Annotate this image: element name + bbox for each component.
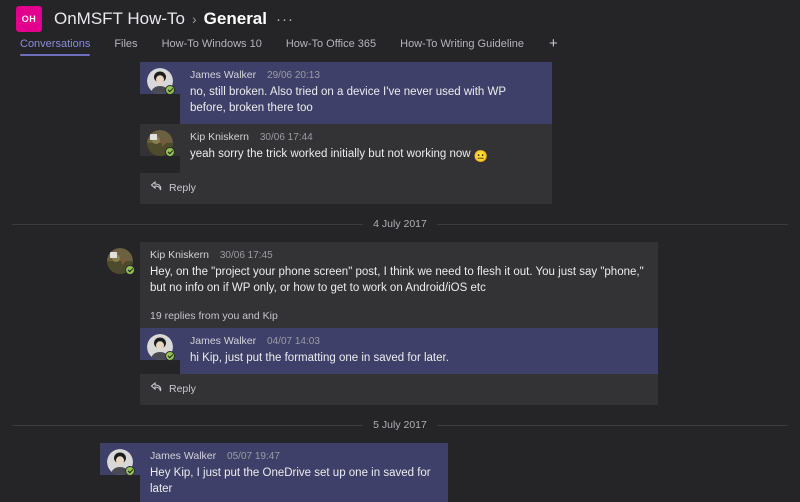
- message-meta: James Walker 05/07 19:47: [150, 450, 438, 462]
- avatar: [147, 130, 175, 157]
- more-options-icon[interactable]: ···: [276, 12, 294, 27]
- message-author[interactable]: Kip Kniskern: [150, 249, 209, 261]
- message[interactable]: Kip Kniskern 30/06 17:44 yeah sorry the …: [140, 124, 552, 173]
- message-bubble: James Walker 05/07 19:47 Hey Kip, I just…: [140, 443, 448, 502]
- reply-button[interactable]: Reply: [140, 374, 658, 405]
- message-timestamp: 30/06 17:44: [259, 132, 313, 143]
- presence-available-icon: [165, 147, 175, 157]
- date-divider-label: 4 July 2017: [373, 218, 427, 230]
- message-meta: Kip Kniskern 30/06 17:45: [150, 249, 648, 261]
- reply-button[interactable]: Reply: [140, 173, 552, 204]
- avatar: [107, 449, 135, 476]
- message-author[interactable]: Kip Kniskern: [190, 131, 249, 143]
- tab-files[interactable]: Files: [103, 38, 150, 56]
- divider-line-right: [436, 424, 788, 426]
- date-divider: 5 July 2017: [0, 419, 800, 431]
- message-meta: James Walker 29/06 20:13: [190, 69, 542, 81]
- channel-header: OH OnMSFT How-To › General ···: [0, 0, 800, 38]
- message-meta: James Walker 04/07 14:03: [190, 335, 648, 347]
- avatar: [147, 334, 175, 361]
- message-bubble: Kip Kniskern 30/06 17:44 yeah sorry the …: [180, 124, 552, 173]
- presence-available-icon: [165, 85, 175, 95]
- reply-label: Reply: [169, 182, 196, 194]
- message-author[interactable]: James Walker: [190, 335, 256, 347]
- avatar: [107, 248, 135, 275]
- tab-how-to-writing-guideline[interactable]: How-To Writing Guideline: [389, 38, 537, 56]
- breadcrumb-channel-name[interactable]: General: [204, 9, 267, 29]
- team-avatar: OH: [16, 6, 42, 32]
- divider-line-left: [12, 424, 364, 426]
- reply-arrow-icon: [150, 179, 163, 197]
- teams-app-window: OH OnMSFT How-To › General ··· Conversat…: [0, 0, 800, 502]
- message-timestamp: 05/07 19:47: [227, 451, 280, 462]
- date-divider-label: 5 July 2017: [373, 419, 427, 431]
- add-tab-icon[interactable]: +: [537, 36, 564, 56]
- message[interactable]: James Walker 04/07 14:03 hi Kip, just pu…: [140, 328, 658, 374]
- presence-available-icon: [165, 351, 175, 361]
- message-meta: Kip Kniskern 30/06 17:44: [190, 131, 542, 143]
- avatar-column: [100, 443, 140, 476]
- avatar: [147, 68, 175, 95]
- thread: James Walker 05/07 19:47 Hey Kip, I just…: [100, 443, 448, 502]
- divider-line-right: [436, 223, 788, 225]
- avatar-column: [140, 62, 180, 95]
- breadcrumb: OnMSFT How-To › General ···: [54, 9, 294, 29]
- breadcrumb-separator-icon: ›: [192, 11, 197, 27]
- breadcrumb-team-name[interactable]: OnMSFT How-To: [54, 9, 185, 29]
- thread: James Walker 29/06 20:13 no, still broke…: [140, 62, 552, 204]
- message-timestamp: 30/06 17:45: [219, 250, 273, 261]
- message-text: hi Kip, just put the formatting one in s…: [190, 352, 449, 364]
- message-timestamp: 29/06 20:13: [267, 70, 320, 81]
- message-bubble: Kip Kniskern 30/06 17:45 Hey, on the "pr…: [140, 242, 658, 304]
- message-text: Hey Kip, I just put the OneDrive set up …: [150, 467, 431, 495]
- tab-how-to-office-365[interactable]: How-To Office 365: [275, 38, 389, 56]
- message-timestamp: 04/07 14:03: [267, 336, 320, 347]
- message-text-body: yeah sorry the trick worked initially bu…: [190, 148, 471, 160]
- presence-available-icon: [125, 265, 135, 275]
- reply-label: Reply: [169, 383, 196, 395]
- date-divider: 4 July 2017: [0, 218, 800, 230]
- tab-conversations[interactable]: Conversations: [20, 38, 103, 56]
- message-bubble: James Walker 29/06 20:13 no, still broke…: [180, 62, 552, 124]
- message-author[interactable]: James Walker: [190, 69, 256, 81]
- message-text: yeah sorry the trick worked initially bu…: [190, 146, 542, 165]
- divider-line-left: [12, 223, 364, 225]
- avatar-column: [100, 242, 140, 275]
- neutral-face-emoji-icon: 😐: [473, 151, 488, 163]
- avatar-column: [140, 328, 180, 361]
- message-author[interactable]: James Walker: [150, 450, 216, 462]
- presence-available-icon: [125, 466, 135, 476]
- message-text: no, still broken. Also tried on a device…: [190, 86, 506, 114]
- channel-tab-bar: Conversations Files How-To Windows 10 Ho…: [0, 36, 800, 62]
- message-bubble: James Walker 04/07 14:03 hi Kip, just pu…: [180, 328, 658, 374]
- avatar-column: [140, 124, 180, 157]
- reply-arrow-icon: [150, 380, 163, 398]
- message[interactable]: James Walker 05/07 19:47 Hey Kip, I just…: [100, 443, 448, 502]
- message[interactable]: Kip Kniskern 30/06 17:45 Hey, on the "pr…: [100, 242, 658, 304]
- conversation-list[interactable]: James Walker 29/06 20:13 no, still broke…: [0, 62, 800, 502]
- message[interactable]: James Walker 29/06 20:13 no, still broke…: [140, 62, 552, 124]
- replies-summary[interactable]: 19 replies from you and Kip: [140, 304, 658, 328]
- message-text: Hey, on the "project your phone screen" …: [150, 266, 644, 294]
- tab-how-to-windows-10[interactable]: How-To Windows 10: [151, 38, 275, 56]
- thread: Kip Kniskern 30/06 17:45 Hey, on the "pr…: [100, 242, 658, 405]
